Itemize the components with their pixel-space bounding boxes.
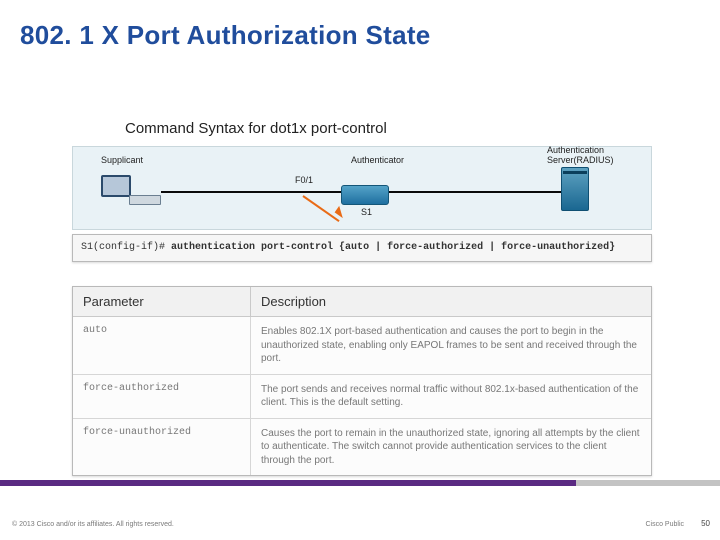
cell-desc: Causes the port to remain in the unautho… xyxy=(251,419,651,476)
cell-desc: The port sends and receives normal traff… xyxy=(251,375,651,418)
link-supplicant-switch xyxy=(161,191,341,193)
cli-prompt: S1(config-if)# xyxy=(81,242,165,253)
server-label-line1: Authentication xyxy=(547,145,604,155)
page-number: 50 xyxy=(701,519,710,528)
classification-text: Cisco Public xyxy=(645,521,684,528)
cell-param: auto xyxy=(73,317,251,374)
supplicant-base-icon xyxy=(129,195,161,205)
authenticator-label: Authenticator xyxy=(351,155,404,165)
th-description: Description xyxy=(251,287,651,316)
config-arrow-icon xyxy=(302,195,339,222)
topology-diagram: Supplicant F0/1 Authenticator S1 Authent… xyxy=(72,146,652,230)
slide: 802. 1 X Port Authorization State Comman… xyxy=(0,0,720,540)
switch-icon xyxy=(341,185,389,205)
cell-param: force-authorized xyxy=(73,375,251,418)
server-slot-icon xyxy=(563,171,587,174)
switch-name-label: S1 xyxy=(361,207,372,217)
cell-desc: Enables 802.1X port-based authentication… xyxy=(251,317,651,374)
table-row: auto Enables 802.1X port-based authentic… xyxy=(73,317,651,375)
server-label-line2: Server(RADIUS) xyxy=(547,155,614,165)
table-row: force-authorized The port sends and rece… xyxy=(73,375,651,419)
supplicant-icon xyxy=(101,175,131,197)
th-parameter: Parameter xyxy=(73,287,251,316)
supplicant-label: Supplicant xyxy=(101,155,143,165)
cli-command: authentication port-control {auto | forc… xyxy=(171,242,615,253)
cell-param: force-unauthorized xyxy=(73,419,251,476)
interface-label: F0/1 xyxy=(295,175,313,185)
copyright-text: © 2013 Cisco and/or its affiliates. All … xyxy=(12,521,174,528)
section-subhead: Command Syntax for dot1x port-control xyxy=(125,120,387,137)
footer-accent-bar xyxy=(0,480,720,486)
page-title: 802. 1 X Port Authorization State xyxy=(20,20,431,51)
table-header: Parameter Description xyxy=(73,287,651,317)
config-arrow-head-icon xyxy=(335,206,348,218)
table-row: force-unauthorized Causes the port to re… xyxy=(73,419,651,476)
link-switch-server xyxy=(389,191,561,193)
cli-config-box: S1(config-if)# authentication port-contr… xyxy=(72,234,652,262)
parameter-table: Parameter Description auto Enables 802.1… xyxy=(72,286,652,476)
